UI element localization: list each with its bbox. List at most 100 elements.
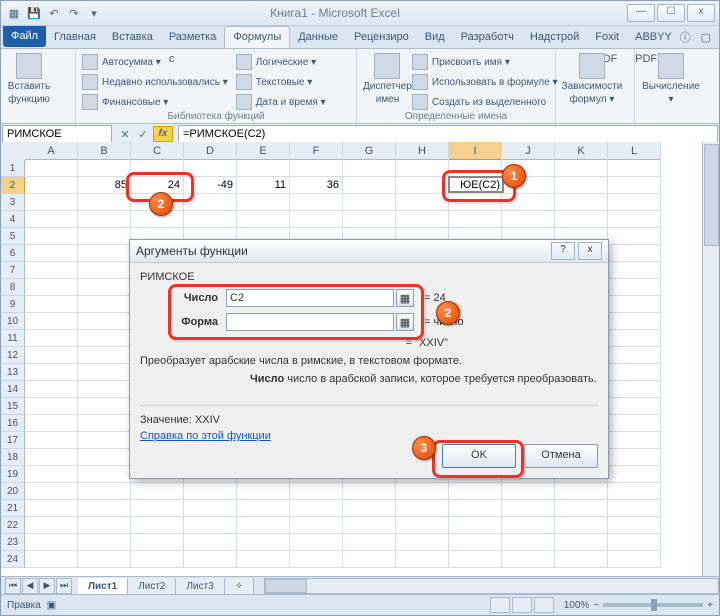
cell[interactable] xyxy=(237,194,290,211)
row-header[interactable]: 17 xyxy=(1,432,25,449)
qat-dropdown-icon[interactable]: ▾ xyxy=(85,4,103,22)
row-header[interactable]: 13 xyxy=(1,364,25,381)
row-header[interactable]: 9 xyxy=(1,296,25,313)
cell[interactable] xyxy=(608,432,661,449)
close-button[interactable]: x xyxy=(687,4,715,22)
cell[interactable] xyxy=(237,160,290,177)
cell[interactable] xyxy=(343,177,396,194)
cell[interactable] xyxy=(25,500,78,517)
vertical-scrollbar[interactable] xyxy=(702,142,719,577)
scrollbar-thumb[interactable] xyxy=(265,579,307,593)
cell[interactable] xyxy=(555,534,608,551)
cell[interactable] xyxy=(78,449,131,466)
cell[interactable] xyxy=(608,279,661,296)
row-header[interactable]: 24 xyxy=(1,551,25,568)
tab-view[interactable]: Вид xyxy=(417,26,453,48)
col-header[interactable]: C xyxy=(131,142,184,160)
macro-record-icon[interactable]: ▣ xyxy=(47,600,56,611)
row-header[interactable]: 12 xyxy=(1,347,25,364)
row-header[interactable]: 3 xyxy=(1,194,25,211)
redo-icon[interactable]: ↷ xyxy=(65,4,83,22)
cell[interactable] xyxy=(131,160,184,177)
use-in-formula-button[interactable]: Использовать в формуле ▾ xyxy=(412,73,558,91)
cell[interactable] xyxy=(184,483,237,500)
cell[interactable] xyxy=(237,534,290,551)
cell[interactable] xyxy=(25,228,78,245)
cell[interactable] xyxy=(396,160,449,177)
active-cell-i2[interactable]: ЮЕ(C2) xyxy=(448,176,504,193)
create-from-selection-button[interactable]: Создать из выделенного xyxy=(412,93,558,111)
cell[interactable] xyxy=(25,160,78,177)
cell[interactable]: 85 xyxy=(78,177,131,194)
col-header[interactable]: G xyxy=(343,142,396,160)
cell[interactable] xyxy=(290,517,343,534)
row-header[interactable]: 8 xyxy=(1,279,25,296)
cell[interactable] xyxy=(78,551,131,568)
cell[interactable] xyxy=(608,177,661,194)
cell[interactable] xyxy=(25,466,78,483)
cell[interactable] xyxy=(290,194,343,211)
tab-developer[interactable]: Разработч xyxy=(453,26,522,48)
cell[interactable] xyxy=(25,534,78,551)
cell[interactable] xyxy=(25,415,78,432)
col-header[interactable]: F xyxy=(290,142,343,160)
cell[interactable] xyxy=(608,483,661,500)
cell[interactable] xyxy=(78,500,131,517)
cell[interactable] xyxy=(396,194,449,211)
cell[interactable] xyxy=(78,364,131,381)
cell[interactable] xyxy=(78,194,131,211)
cell[interactable] xyxy=(555,177,608,194)
row-header[interactable]: 11 xyxy=(1,330,25,347)
cell[interactable] xyxy=(343,211,396,228)
cell[interactable] xyxy=(502,194,555,211)
cell[interactable] xyxy=(25,279,78,296)
cell[interactable] xyxy=(608,500,661,517)
cell[interactable] xyxy=(608,347,661,364)
datetime-button[interactable]: Дата и время ▾ xyxy=(236,93,326,111)
cell[interactable] xyxy=(25,211,78,228)
col-header[interactable]: A xyxy=(25,142,78,160)
horizontal-scrollbar[interactable] xyxy=(264,578,719,594)
cell[interactable] xyxy=(396,211,449,228)
cell[interactable] xyxy=(290,160,343,177)
cell[interactable] xyxy=(449,211,502,228)
arg-input-form[interactable] xyxy=(226,313,394,331)
cell[interactable] xyxy=(78,466,131,483)
scrollbar-thumb[interactable] xyxy=(704,144,719,246)
cell[interactable] xyxy=(25,245,78,262)
view-layout-icon[interactable] xyxy=(512,597,532,613)
cell[interactable] xyxy=(78,432,131,449)
save-icon[interactable]: 💾 xyxy=(25,4,43,22)
cell[interactable] xyxy=(25,551,78,568)
sheet-next-icon[interactable]: ▶ xyxy=(39,578,55,594)
cell[interactable] xyxy=(290,211,343,228)
cell[interactable]: -49 xyxy=(184,177,237,194)
sheet-first-icon[interactable]: ⏮ xyxy=(5,578,21,594)
range-picker-icon[interactable]: ▦ xyxy=(396,289,414,307)
cell[interactable] xyxy=(131,517,184,534)
tab-layout[interactable]: Разметка с xyxy=(161,26,225,48)
cell[interactable] xyxy=(290,483,343,500)
dialog-help-button[interactable]: ? xyxy=(551,242,575,260)
cell[interactable] xyxy=(449,194,502,211)
col-header[interactable]: H xyxy=(396,142,449,160)
cell[interactable] xyxy=(608,262,661,279)
cancel-button[interactable]: Отмена xyxy=(524,444,598,468)
cell[interactable] xyxy=(449,517,502,534)
tab-abbyy[interactable]: ABBYY PDF xyxy=(627,26,680,48)
cell[interactable] xyxy=(131,500,184,517)
minimize-button[interactable]: — xyxy=(627,4,655,22)
cell[interactable] xyxy=(78,160,131,177)
cell[interactable] xyxy=(25,296,78,313)
cell[interactable] xyxy=(396,177,449,194)
zoom-in-icon[interactable]: + xyxy=(707,600,713,611)
tab-insert[interactable]: Вставка xyxy=(104,26,161,48)
define-name-button[interactable]: Присвоить имя ▾ xyxy=(412,53,558,71)
row-header[interactable]: 20 xyxy=(1,483,25,500)
cell[interactable] xyxy=(608,364,661,381)
cell[interactable] xyxy=(396,500,449,517)
view-normal-icon[interactable] xyxy=(490,597,510,613)
cell[interactable] xyxy=(78,347,131,364)
cell[interactable] xyxy=(555,500,608,517)
cell[interactable] xyxy=(608,245,661,262)
